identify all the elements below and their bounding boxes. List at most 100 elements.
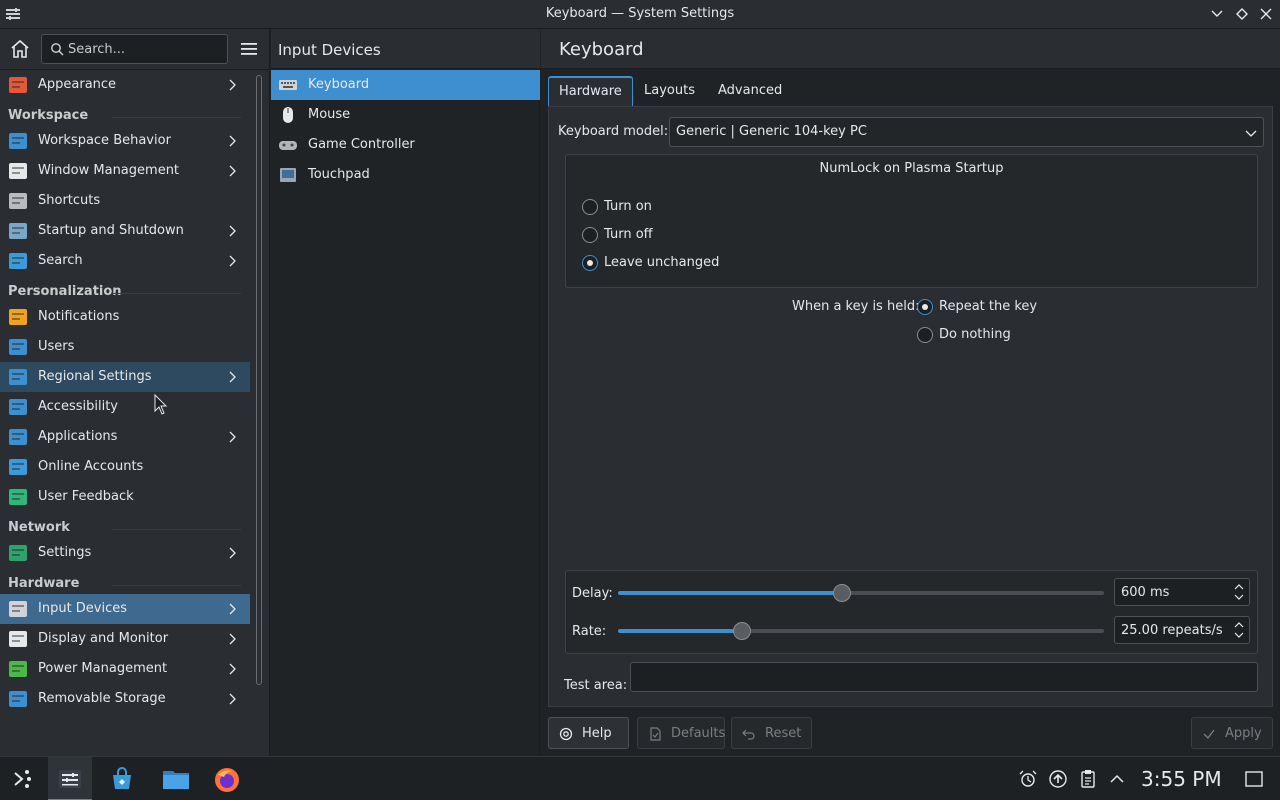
sidebar-item-label: Shortcuts [38,193,101,208]
tab-layouts[interactable]: Layouts [634,76,705,106]
sidebar-item-users[interactable]: Users [0,332,250,362]
online-accounts-icon [8,457,28,477]
sidebar-item-power-management[interactable]: Power Management [0,654,250,684]
do-nothing-label[interactable]: Do nothing [939,327,1011,342]
tab-advanced[interactable]: Advanced [708,76,792,106]
section-divider [112,293,241,294]
accessibility-icon [8,397,28,417]
sidebar-item-startup-and-shutdown[interactable]: Startup and Shutdown [0,216,250,246]
rate-value: 25.00 repeats/s [1121,623,1223,638]
input-devices-icon [8,599,28,619]
tab-hardware[interactable]: Hardware [548,76,633,106]
numlock-leave-unchanged-label[interactable]: Leave unchanged [604,255,719,270]
subcategory-item-label: Touchpad [308,167,370,182]
sidebar-item-appearance[interactable]: Appearance [0,70,250,100]
section-header-label: Network [8,520,70,535]
chevron-right-icon [226,603,238,615]
numlock-turn-on-label[interactable]: Turn on [604,199,652,214]
section-header-label: Hardware [8,576,80,591]
taskbar-system-settings[interactable] [48,757,92,800]
notifications-icon [8,307,28,327]
sidebar-item-applications[interactable]: Applications [0,422,250,452]
shortcuts-icon [8,191,28,211]
launcher-icon [14,770,31,788]
sidebar-item-label: Users [38,339,75,354]
tab-bar: Hardware Layouts Advanced [548,76,1273,106]
spin-arrows-icon[interactable] [1233,582,1245,602]
alarm-clock-icon[interactable] [1018,769,1038,789]
rate-spinbox[interactable]: 25.00 repeats/s [1114,616,1250,644]
show-desktop-icon[interactable] [1244,769,1264,789]
subcategory-item-touchpad[interactable]: Touchpad [271,160,540,190]
numlock-group-title: NumLock on Plasma Startup [819,161,1004,176]
defaults-button[interactable]: Defaults [637,717,725,749]
sidebar-item-notifications[interactable]: Notifications [0,302,250,332]
test-area-label: Test area: [564,678,628,693]
reset-button[interactable]: Reset [731,717,812,749]
regional-settings-icon [8,367,28,387]
subcategory-item-mouse[interactable]: Mouse [271,100,540,130]
taskbar-file-manager[interactable] [152,757,196,800]
search-settings-icon [8,251,28,271]
delay-spinbox[interactable]: 600 ms [1114,578,1250,606]
sidebar-item-search[interactable]: Search [0,246,250,276]
chevron-right-icon [226,371,238,383]
help-button[interactable]: Help [548,717,629,749]
minimize-icon[interactable] [1208,5,1226,23]
clock[interactable]: 3:55 PM [1141,767,1222,791]
sidebar-item-regional-settings[interactable]: Regional Settings [0,362,250,392]
do-nothing-radio[interactable] [917,327,933,343]
application-launcher[interactable] [0,757,44,800]
close-icon[interactable] [1257,5,1275,23]
sidebar-section-header: Hardware [0,568,250,594]
sidebar-item-input-devices[interactable]: Input Devices [0,594,250,624]
rate-slider-handle[interactable] [733,622,751,640]
clipboard-icon[interactable] [1078,769,1098,789]
sidebar-item-shortcuts[interactable]: Shortcuts [0,186,250,216]
sidebar-item-workspace-behavior[interactable]: Workspace Behavior [0,126,250,156]
subcategory-item-game-controller[interactable]: Game Controller [271,130,540,160]
show-hidden-icons-icon[interactable] [1107,769,1127,789]
delay-slider[interactable] [618,591,1104,595]
sidebar-item-label: Input Devices [38,601,128,616]
delay-value: 600 ms [1121,585,1170,600]
home-icon[interactable] [8,37,32,61]
sidebar-item-user-feedback[interactable]: User Feedback [0,482,250,512]
sidebar-item-removable-storage[interactable]: Removable Storage [0,684,250,714]
apply-button[interactable]: Apply [1191,717,1273,749]
taskbar-firefox[interactable] [204,757,248,800]
taskbar-discover[interactable] [100,757,144,800]
repeat-key-label[interactable]: Repeat the key [939,299,1037,314]
spin-arrows-icon[interactable] [1233,620,1245,640]
touchpad-icon [279,166,297,184]
keyboard-model-select[interactable]: Generic | Generic 104-key PC [669,117,1264,147]
numlock-leave-unchanged-radio[interactable] [582,255,598,271]
maximize-icon[interactable] [1233,5,1251,23]
rate-slider[interactable] [618,629,1104,633]
numlock-turn-on-radio[interactable] [582,199,598,215]
sidebar-item-display-and-monitor[interactable]: Display and Monitor [0,624,250,654]
chevron-right-icon [226,255,238,267]
sidebar-item-window-management[interactable]: Window Management [0,156,250,186]
applications-icon [8,427,28,447]
sidebar-item-accessibility[interactable]: Accessibility [0,392,250,422]
numlock-turn-off-radio[interactable] [582,227,598,243]
repeat-key-radio[interactable] [917,299,933,315]
users-icon [8,337,28,357]
sidebar-item-settings[interactable]: Settings [0,538,250,568]
network-settings-icon [8,543,28,563]
chevron-right-icon [226,135,238,147]
update-notifier-icon[interactable] [1048,769,1068,789]
numlock-turn-off-label[interactable]: Turn off [604,227,653,242]
search-field[interactable] [41,34,228,64]
sidebar-section-header: Personalization [0,276,250,302]
hamburger-menu-icon[interactable] [239,39,259,59]
sidebar-scrollbar[interactable] [256,75,262,685]
startup-shutdown-icon [8,221,28,241]
test-area-input[interactable] [630,662,1258,692]
subcategory-item-keyboard[interactable]: Keyboard [271,70,540,100]
delay-slider-handle[interactable] [833,584,851,602]
page-title: Keyboard [559,39,644,60]
search-input[interactable] [68,40,218,58]
sidebar-item-online-accounts[interactable]: Online Accounts [0,452,250,482]
